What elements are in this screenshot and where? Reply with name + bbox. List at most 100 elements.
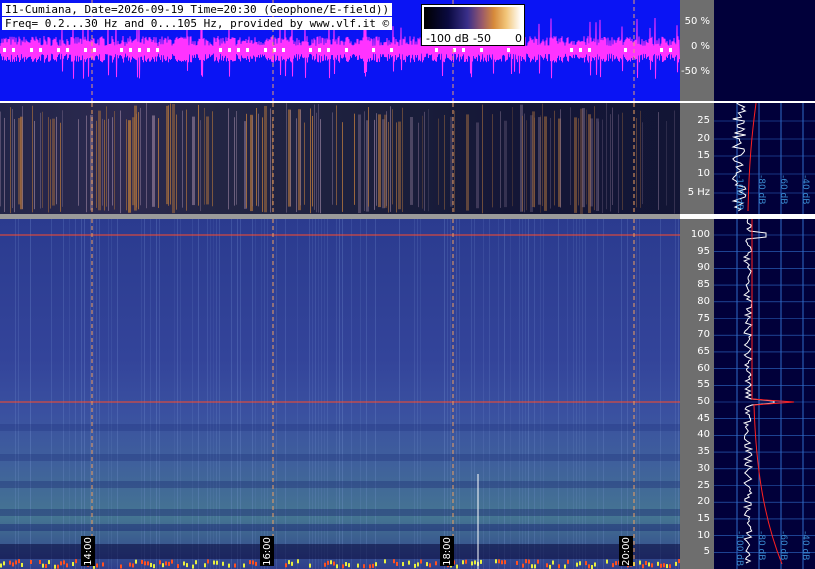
lower-spectrogram-hot-pixel [48,560,50,565]
waveform-sample-mark [462,48,465,52]
lower-spectrogram-streak [444,219,445,569]
lower-spectrogram-hot-pixel [606,559,608,564]
lower-spectrogram-hot-pixel [120,564,122,569]
lower-spectrogram-hot-pixel [243,563,245,568]
side-db-label: -80 dB [756,175,766,205]
lower-spectrogram-streak [447,219,448,569]
lower-spectrogram-streak [528,219,529,569]
lower-spectrogram-hot-pixel [363,564,365,569]
colorbar-label-mid: -50 [473,32,491,45]
lower-average-spectrum: -100 dB -80 dB -60 dB -40 dB [714,219,815,569]
lower-spectrogram-streak [252,219,253,569]
lower-spectrogram-streak [15,219,16,569]
lower-spectrogram-hot-pixel [474,560,476,565]
upper-axis-tick: 15 [697,150,710,161]
lower-spectrogram-streak [351,219,352,569]
waveform-sample-mark [39,48,42,52]
lower-spectrogram-hot-pixel [666,564,668,569]
lower-spectrogram-hot-pixel [384,559,386,564]
lower-spectrogram-streak [237,219,238,569]
lower-spectrogram-streak [255,219,256,569]
lower-spectrogram-streak [321,219,322,569]
lower-spectrogram-hot-pixel [525,559,527,564]
lower-spectrogram-hot-pixel [462,560,464,565]
lower-spectrogram-streak [639,219,640,569]
lower-spectrogram-hot-pixel [18,559,20,564]
lower-spectrogram-dark-band [0,544,680,559]
lower-spectrogram-streak [318,219,319,569]
lower-spectrogram-streak [573,219,574,569]
lower-spectrogram-hot-pixel [669,564,671,569]
lower-spectrogram-streak [543,219,544,569]
waveform-sample-mark [660,48,663,52]
lower-spectrogram-streak [585,219,586,569]
lower-spectrogram-hot-pixel [588,564,590,569]
waveform-sample-mark [579,48,582,52]
lower-spectrogram-hot-pixel [498,559,500,564]
lower-spectrogram-hot-pixel [480,559,482,564]
lower-spectrogram-plot [0,219,680,569]
lower-spectrogram-hot-pixel [333,561,335,566]
lower-axis-tick: 30 [697,462,710,474]
lower-spectrogram-hot-pixel [228,563,230,568]
lower-spectrogram-streak [579,219,580,569]
waveform-sample-mark [345,48,348,52]
lower-spectrogram-hot-pixel [564,564,566,569]
lower-spectrogram-streak [417,219,418,569]
waveform-sample-mark [480,48,483,52]
lower-spectrogram-streak [660,219,661,569]
lower-spectrogram-streak [177,219,178,569]
lower-spectrogram-hot-pixel [45,563,47,568]
lower-spectrogram-hot-pixel [135,559,137,564]
lower-axis-tick: 40 [697,429,710,441]
lower-spectrogram-hot-pixel [255,561,257,566]
side-db-label: -60 dB [778,531,788,561]
lower-spectrogram-hot-pixel [195,560,197,565]
lower-spectrogram-streak [597,219,598,569]
lower-spectrogram-streak [678,219,679,569]
lower-spectrogram-band [0,481,680,488]
lower-spectrogram-hot-pixel [471,561,473,566]
lower-spectrogram-streak [156,219,157,569]
lower-spectrogram-hot-pixel [558,564,560,569]
lower-spectrogram-streak [459,219,460,569]
waveform-sample-mark [3,48,6,52]
lower-spectrogram-hot-pixel [204,563,206,568]
lower-spectrogram-hot-pixel [153,564,155,569]
lower-spectrogram-hot-pixel [336,564,338,569]
lower-spectrogram-hot-pixel [186,563,188,568]
waveform-sample-mark [129,48,132,52]
lower-spectrogram-hot-pixel [141,559,143,564]
lower-axis-tick: 100 [690,229,710,240]
upper-spectrogram-shade [0,103,680,214]
lower-spectrogram-hot-pixel [495,559,497,564]
lower-spectrogram-streak [63,219,64,569]
waveform-sample-mark [57,48,60,52]
lower-spectrogram-hot-pixel [72,562,74,567]
colorbar-label-min: -100 dB [426,32,469,45]
lower-spectrogram-hot-pixel [651,563,653,568]
lower-spectrogram-hot-pixel [291,561,293,566]
lower-spectrogram-hot-pixel [21,562,23,567]
lower-spectrogram-streak [504,219,505,569]
lower-spectrogram-streak [81,219,82,569]
lower-spectrogram-hot-pixel [408,560,410,565]
waveform-sample-mark [228,48,231,52]
side-db-label: -40 dB [800,531,810,561]
side-db-label: -100 dB [734,531,744,567]
lower-axis-tick: 65 [697,345,710,357]
lower-spectrogram-streak [636,219,637,569]
waveform-sample-mark [66,48,69,52]
lower-spectrogram-hot-pixel [288,560,290,565]
time-label-1400: 14:00 [81,536,95,566]
lower-spectrogram-hot-pixel [372,563,374,568]
lower-spectrogram-streak [198,219,199,569]
lower-spectrogram-streak [339,219,340,569]
waveform-sample-mark [84,48,87,52]
lower-spectrogram-hot-pixel [162,563,164,568]
lower-spectrogram-streak [216,219,217,569]
waveform-sample-mark [246,48,249,52]
lower-spectrogram-streak [267,219,268,569]
lower-spectrogram-hot-pixel [657,561,659,566]
waveform-sample-mark [435,48,438,52]
